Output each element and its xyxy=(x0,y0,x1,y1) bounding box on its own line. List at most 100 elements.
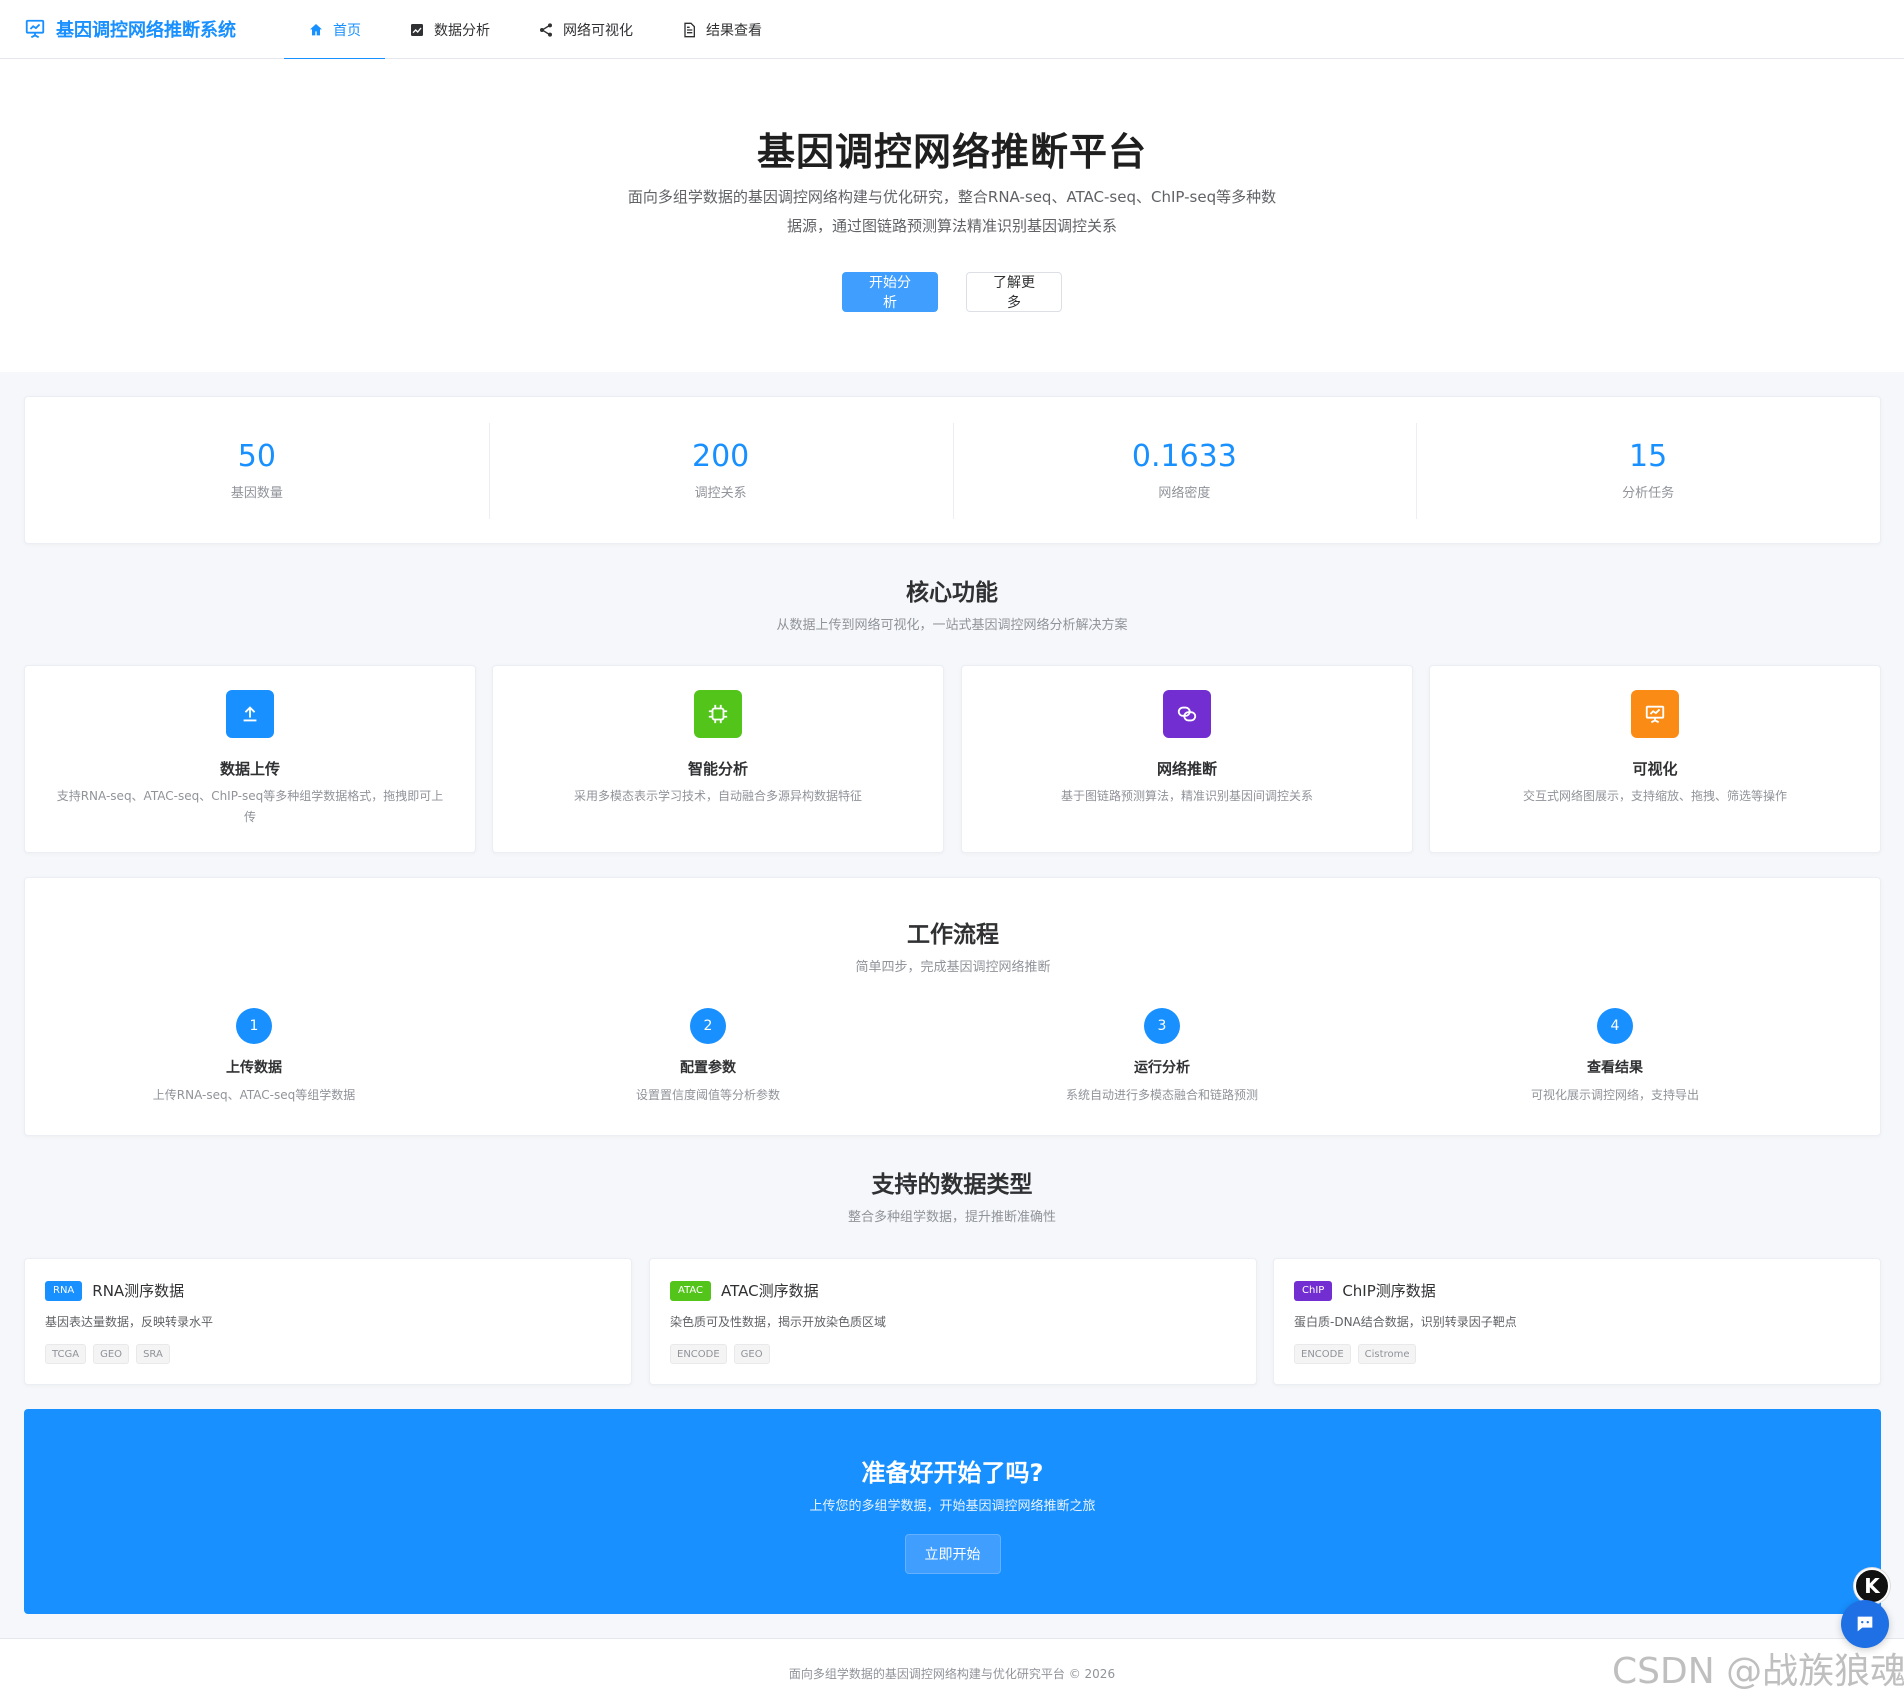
step-title: 配置参数 xyxy=(680,1060,736,1076)
link-icon xyxy=(1163,690,1211,738)
home-icon xyxy=(310,23,322,35)
feature-description: 支持RNA-seq、ATAC-seq、ChIP-seq等多种组学数据格式，拖拽即… xyxy=(56,789,444,824)
data-type-header: RNA RNA测序数据 xyxy=(45,1280,184,1301)
step-description: 可视化展示调控网络，支持导出 xyxy=(1530,1088,1699,1102)
stat-network-density: 0.1633 网络密度 xyxy=(952,397,1417,543)
nav-item-label: 数据分析 xyxy=(434,22,490,39)
stat-value: 0.1633 xyxy=(1131,439,1237,474)
data-type-title: ChIP测序数据 xyxy=(1342,1282,1436,1300)
nav-item-label: 结果查看 xyxy=(706,22,762,39)
feature-card-visualization[interactable]: 可视化 交互式网络图展示，支持缩放、拖拽、筛选等操作 xyxy=(1429,665,1881,853)
feature-description: 采用多模态表示学习技术，自动融合多源异构数据特征 xyxy=(573,789,862,803)
step-description: 系统自动进行多模态融合和链路预测 xyxy=(1065,1088,1258,1102)
data-types-title: 支持的数据类型 xyxy=(871,1172,1033,1198)
source-tag: GEO xyxy=(93,1344,130,1364)
hero-title: 基因调控网络推断平台 xyxy=(756,130,1147,174)
step-title: 查看结果 xyxy=(1587,1060,1643,1076)
feature-title: 可视化 xyxy=(1632,760,1678,778)
nav-item-home[interactable]: 首页 xyxy=(284,0,385,60)
cpu-icon xyxy=(694,690,742,738)
step-description: 上传RNA-seq、ATAC-seq等组学数据 xyxy=(152,1088,356,1102)
workflow-step-4: 4 查看结果 可视化展示调控网络，支持导出 xyxy=(1388,1008,1842,1103)
data-type-title: RNA测序数据 xyxy=(92,1282,185,1300)
data-type-tag: ChIP xyxy=(1294,1280,1333,1301)
workflow-step-3: 3 运行分析 系统自动进行多模态融合和链路预测 xyxy=(935,1008,1389,1103)
stat-label: 网络密度 xyxy=(1158,486,1211,501)
stat-label: 基因数量 xyxy=(230,486,283,501)
data-type-description: 蛋白质-DNA结合数据，识别转录因子靶点 xyxy=(1294,1315,1517,1329)
data-type-card-chip[interactable]: ChIP ChIP测序数据 蛋白质-DNA结合数据，识别转录因子靶点 ENCOD… xyxy=(1273,1258,1881,1385)
k-logo-label: K xyxy=(1864,1574,1880,1598)
watermark: CSDN @战族狼魂 xyxy=(1612,1651,1904,1692)
feature-description: 基于图链路预测算法，精准识别基因间调控关系 xyxy=(1060,789,1313,803)
data-type-header: ChIP ChIP测序数据 xyxy=(1294,1280,1436,1301)
data-type-tag: RNA xyxy=(45,1280,83,1301)
step-number: 2 xyxy=(690,1008,726,1044)
stat-label: 调控关系 xyxy=(694,486,747,501)
k-floating-button[interactable]: K xyxy=(1854,1568,1890,1604)
step-title: 运行分析 xyxy=(1134,1060,1190,1076)
top-navbar: 基因调控网络推断系统 首页 数据分析 网络可视化 结果查看 xyxy=(0,0,1904,60)
data-type-header: ATAC ATAC测序数据 xyxy=(670,1280,819,1301)
data-type-title: ATAC测序数据 xyxy=(721,1282,819,1300)
workflow-subtitle: 简单四步，完成基因调控网络推断 xyxy=(855,960,1051,975)
cta-banner: 准备好开始了吗? 上传您的多组学数据，开始基因调控网络推断之旅 立即开始 xyxy=(24,1409,1881,1614)
document-icon xyxy=(684,22,695,37)
nav-item-network-visualization[interactable]: 网络可视化 xyxy=(514,0,657,59)
brand-title: 基因调控网络推断系统 xyxy=(56,20,236,41)
source-tag: GEO xyxy=(733,1344,770,1364)
workflow-card: 工作流程 简单四步，完成基因调控网络推断 1 上传数据 上传RNA-seq、AT… xyxy=(24,877,1881,1136)
source-tag: Cistrome xyxy=(1357,1344,1417,1364)
presentation-board-icon xyxy=(25,19,45,39)
chart-icon xyxy=(411,23,423,36)
data-source-tags: TCGA GEO SRA xyxy=(45,1344,170,1364)
stat-label: 分析任务 xyxy=(1622,486,1675,501)
workflow-title: 工作流程 xyxy=(907,922,999,948)
data-source-tags: ENCODE GEO xyxy=(670,1344,770,1364)
feature-card-upload[interactable]: 数据上传 支持RNA-seq、ATAC-seq、ChIP-seq等多种组学数据格… xyxy=(24,665,476,853)
feature-card-smart-analysis[interactable]: 智能分析 采用多模态表示学习技术，自动融合多源异构数据特征 xyxy=(492,665,944,853)
data-type-card-rna[interactable]: RNA RNA测序数据 基因表达量数据，反映转录水平 TCGA GEO SRA xyxy=(24,1258,632,1385)
features-section-title: 核心功能 xyxy=(906,580,998,606)
nav-item-label: 网络可视化 xyxy=(563,22,633,39)
brand-logo[interactable]: 基因调控网络推断系统 xyxy=(24,17,236,41)
feature-title: 网络推断 xyxy=(1156,760,1217,778)
stat-value: 200 xyxy=(691,439,750,474)
stat-analysis-tasks: 15 分析任务 xyxy=(1416,397,1880,543)
data-type-description: 基因表达量数据，反映转录水平 xyxy=(45,1315,214,1329)
source-tag: TCGA xyxy=(45,1344,87,1364)
chat-floating-button[interactable] xyxy=(1841,1600,1889,1648)
workflow-step-2: 2 配置参数 设置置信度阈值等分析参数 xyxy=(481,1008,935,1103)
data-type-description: 染色质可及性数据，揭示开放染色质区域 xyxy=(670,1315,887,1329)
source-tag: ENCODE xyxy=(1294,1344,1351,1364)
cta-subtitle: 上传您的多组学数据，开始基因调控网络推断之旅 xyxy=(809,1499,1096,1514)
stat-gene-count: 50 基因数量 xyxy=(25,397,489,543)
cta-title: 准备好开始了吗? xyxy=(861,1459,1044,1487)
start-now-button[interactable]: 立即开始 xyxy=(904,1534,1001,1574)
source-tag: SRA xyxy=(136,1344,170,1364)
start-analysis-button[interactable]: 开始分析 xyxy=(842,272,938,312)
step-description: 设置置信度阈值等分析参数 xyxy=(635,1088,780,1102)
main-menu: 首页 数据分析 网络可视化 结果查看 xyxy=(284,0,786,60)
feature-title: 智能分析 xyxy=(687,760,748,778)
data-type-card-atac[interactable]: ATAC ATAC测序数据 染色质可及性数据，揭示开放染色质区域 ENCODE … xyxy=(649,1258,1257,1385)
data-type-tag: ATAC xyxy=(670,1280,712,1301)
data-types-subtitle: 整合多种组学数据，提升推断准确性 xyxy=(847,1210,1056,1225)
chat-icon xyxy=(1857,1616,1873,1632)
learn-more-button[interactable]: 了解更多 xyxy=(966,272,1062,312)
nav-item-results[interactable]: 结果查看 xyxy=(657,0,786,59)
step-number: 1 xyxy=(236,1008,272,1044)
features-section-subtitle: 从数据上传到网络可视化，一站式基因调控网络分析解决方案 xyxy=(776,618,1128,633)
data-source-tags: ENCODE Cistrome xyxy=(1294,1344,1417,1364)
stats-card: 50 基因数量 200 调控关系 0.1633 网络密度 15 分析任务 xyxy=(24,396,1881,544)
hero-section: 基因调控网络推断平台 面向多组学数据的基因调控网络构建与优化研究，整合RNA-s… xyxy=(0,59,1904,372)
presentation-icon xyxy=(1631,690,1679,738)
step-number: 3 xyxy=(1144,1008,1180,1044)
workflow-step-1: 1 上传数据 上传RNA-seq、ATAC-seq等组学数据 xyxy=(27,1008,481,1103)
feature-card-network-inference[interactable]: 网络推断 基于图链路预测算法，精准识别基因间调控关系 xyxy=(961,665,1413,853)
stat-value: 15 xyxy=(1629,439,1668,474)
source-tag: ENCODE xyxy=(670,1344,727,1364)
nav-item-data-analysis[interactable]: 数据分析 xyxy=(385,0,514,59)
step-number: 4 xyxy=(1597,1008,1633,1044)
stat-value: 50 xyxy=(237,439,276,474)
